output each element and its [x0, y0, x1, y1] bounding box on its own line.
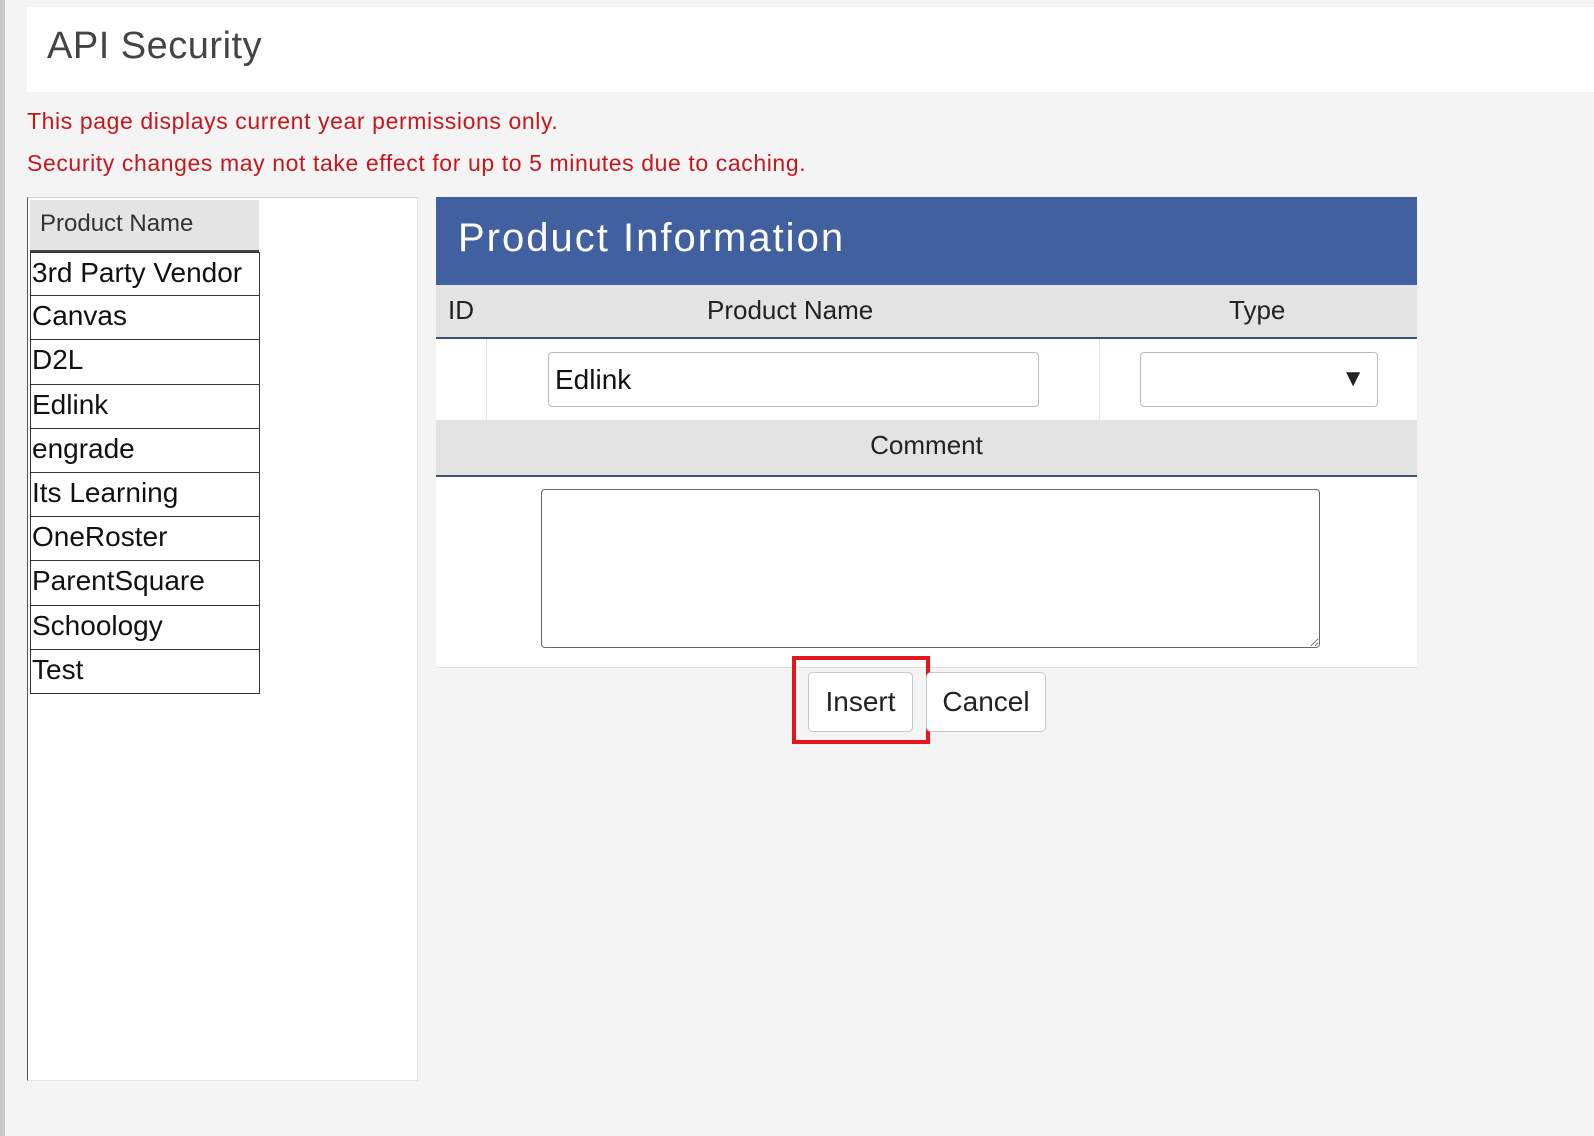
page-title: API Security [47, 25, 263, 67]
notice-caching: Security changes may not take effect for… [27, 150, 807, 176]
comment-row [436, 477, 1417, 668]
left-edge-divider [0, 0, 5, 1136]
column-product-name-header: Product Name [707, 295, 874, 325]
column-type-header: Type [1229, 295, 1286, 325]
type-select[interactable]: ▼ [1140, 352, 1378, 407]
product-information-title: Product Information [436, 197, 1417, 285]
product-columns-header: ID Product Name Type [436, 285, 1417, 339]
product-list-header: Product Name [30, 200, 259, 252]
insert-button[interactable]: Insert [808, 672, 913, 732]
column-divider [1099, 339, 1100, 420]
product-information-panel: Product Information ID Product Name Type… [436, 197, 1417, 668]
page-header: API Security [27, 7, 1594, 92]
chevron-down-icon: ▼ [1341, 365, 1365, 392]
notice-current-year: This page displays current year permissi… [27, 108, 559, 134]
product-list-item[interactable]: D2L [30, 340, 260, 385]
product-name-input[interactable] [548, 352, 1039, 407]
cancel-button[interactable]: Cancel [926, 672, 1046, 732]
product-list-item[interactable]: Edlink [30, 384, 260, 429]
product-list-item[interactable]: Schoology [30, 605, 260, 650]
product-list: 3rd Party Vendor Canvas D2L Edlink engra… [30, 252, 260, 694]
product-list-header-label: Product Name [40, 210, 194, 237]
product-list-item[interactable]: 3rd Party Vendor [30, 252, 260, 297]
product-list-item[interactable]: OneRoster [30, 517, 260, 562]
product-list-item[interactable]: Canvas [30, 296, 260, 341]
product-fields-row: ▼ [436, 339, 1417, 420]
column-id-header: ID [448, 295, 474, 325]
product-list-item[interactable]: Test [30, 649, 260, 694]
column-divider [486, 339, 487, 420]
product-list-item[interactable]: Its Learning [30, 472, 260, 518]
product-list-item[interactable]: engrade [30, 428, 260, 473]
product-list-item[interactable]: ParentSquare [30, 561, 260, 606]
product-list-panel: Product Name 3rd Party Vendor Canvas D2L… [27, 197, 418, 1081]
comment-header: Comment [436, 420, 1417, 477]
comment-textarea[interactable] [541, 489, 1320, 648]
